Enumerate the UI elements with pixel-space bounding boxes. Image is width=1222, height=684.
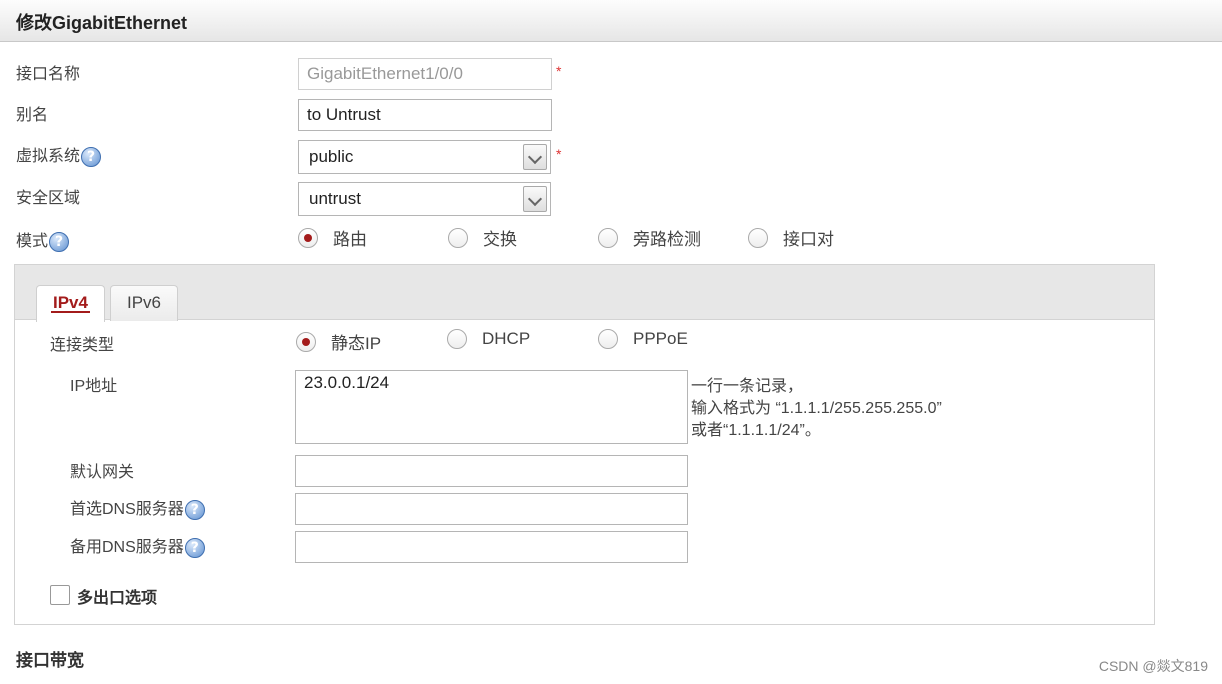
required-mark: * — [556, 63, 562, 79]
multi-exit-label: 多出口选项 — [77, 590, 158, 607]
radio-selected-icon[interactable] — [298, 227, 318, 248]
chevron-down-icon[interactable] — [523, 144, 547, 170]
conn-radio-static[interactable]: 静态IP — [296, 329, 381, 354]
dns-primary-label: 首选DNS服务器? — [70, 495, 205, 520]
radio-icon[interactable] — [598, 227, 618, 248]
dialog-title: 修改GigabitEthernet — [16, 13, 188, 33]
watermark: CSDN @燚文819 — [1098, 658, 1208, 674]
ip-address-label: IP地址 — [70, 378, 118, 395]
dialog-titlebar: 修改GigabitEthernet — [0, 0, 1222, 42]
gateway-input[interactable] — [295, 455, 688, 487]
gateway-label: 默认网关 — [70, 464, 135, 481]
vsys-label: 虚拟系统? — [16, 142, 102, 167]
tab-ipv4[interactable]: IPv4 — [36, 285, 105, 322]
dns-secondary-label: 备用DNS服务器? — [70, 533, 205, 558]
conn-type-label: 连接类型 — [50, 337, 115, 354]
radio-selected-icon[interactable] — [296, 331, 316, 352]
alias-label: 别名 — [16, 107, 49, 124]
help-icon[interactable]: ? — [184, 499, 205, 520]
zone-label: 安全区域 — [16, 190, 81, 207]
alias-input[interactable]: to Untrust — [298, 99, 552, 131]
ip-config-panel: IPv4 IPv6 连接类型 静态IP DHCP PPPoE IP地址 23.0… — [14, 264, 1155, 625]
conn-radio-dhcp[interactable]: DHCP — [447, 329, 530, 349]
mode-radio-bypass[interactable]: 旁路检测 — [598, 225, 701, 250]
radio-icon[interactable] — [447, 329, 467, 349]
ip-tab-bar: IPv4 IPv6 — [15, 265, 1154, 322]
dns-primary-input[interactable] — [295, 493, 688, 525]
multi-exit-checkbox[interactable] — [50, 585, 70, 605]
ip-address-textarea[interactable]: 23.0.0.1/24 — [295, 370, 688, 444]
chevron-down-icon[interactable] — [523, 186, 547, 212]
radio-icon[interactable] — [598, 329, 618, 349]
radio-icon[interactable] — [448, 227, 468, 248]
conn-radio-pppoe[interactable]: PPPoE — [598, 329, 688, 349]
dns-secondary-input[interactable] — [295, 531, 688, 563]
mode-label: 模式? — [16, 227, 70, 252]
help-icon[interactable]: ? — [184, 537, 205, 558]
mode-radio-switch[interactable]: 交换 — [448, 225, 517, 250]
required-mark: * — [556, 146, 562, 162]
ip-format-hint: 一行一条记录， 输入格式为 “1.1.1.1/255.255.255.0” 或者… — [691, 378, 942, 439]
interface-name-label: 接口名称 — [16, 66, 81, 83]
help-icon[interactable]: ? — [49, 231, 70, 252]
zone-select[interactable]: untrust — [298, 182, 551, 216]
vsys-select[interactable]: public — [298, 140, 551, 174]
mode-radio-interface-pair[interactable]: 接口对 — [748, 225, 834, 250]
vsys-selected-value: public — [309, 147, 354, 166]
mode-radio-route[interactable]: 路由 — [298, 225, 367, 250]
tab-ipv6[interactable]: IPv6 — [110, 285, 178, 321]
help-icon[interactable]: ? — [81, 146, 102, 167]
bandwidth-section-title: 接口带宽 — [16, 651, 84, 670]
zone-selected-value: untrust — [309, 189, 361, 208]
interface-name-field: GigabitEthernet1/0/0 — [298, 58, 552, 90]
radio-icon[interactable] — [748, 227, 768, 248]
